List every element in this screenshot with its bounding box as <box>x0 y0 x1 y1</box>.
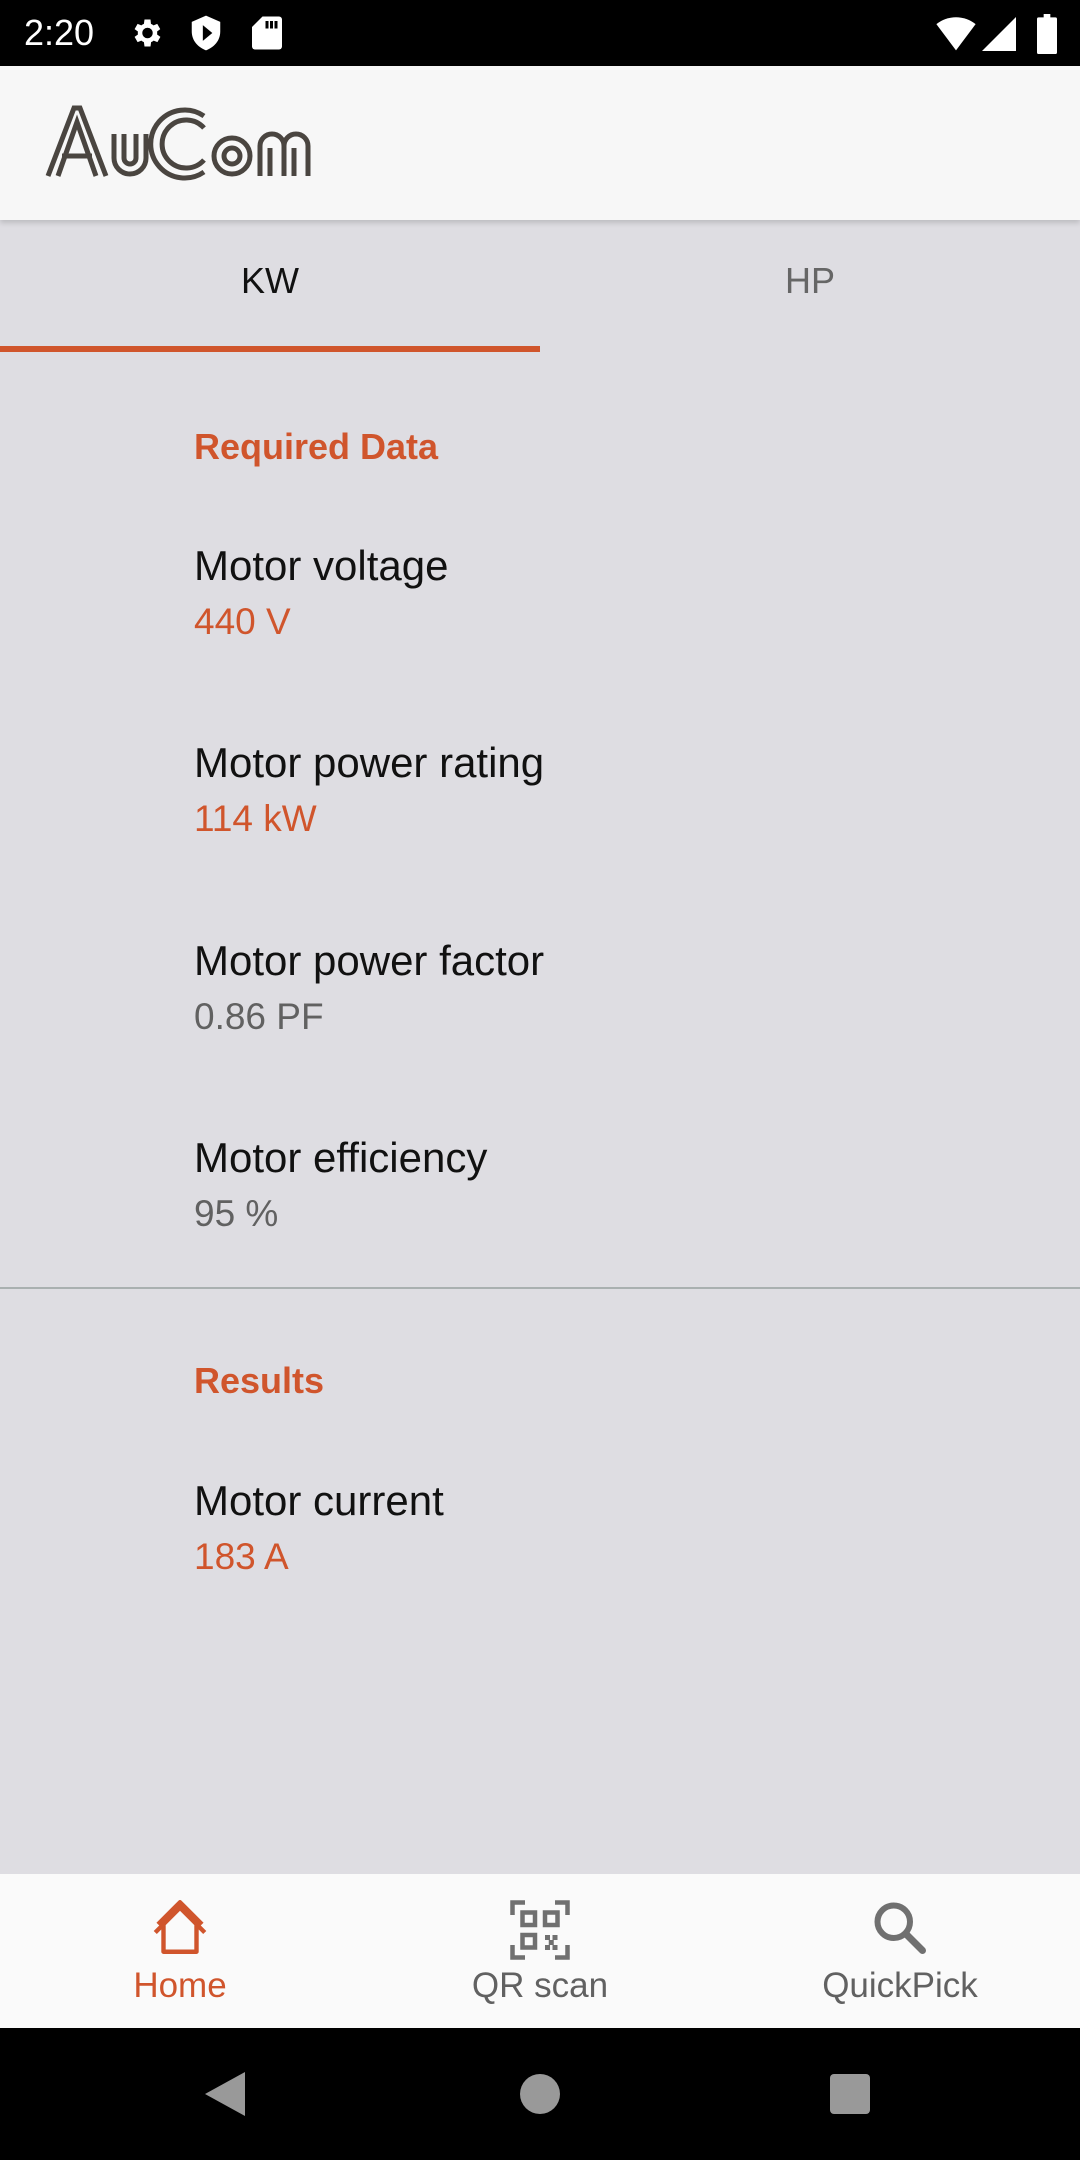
nav-quickpick-label: QuickPick <box>822 1966 978 2005</box>
nav-quickpick[interactable]: QuickPick <box>720 1874 1080 2028</box>
tab-hp-label: HP <box>784 260 835 301</box>
field-value: 440 V <box>194 601 291 642</box>
app-bar <box>0 66 1080 220</box>
bottom-navigation: Home QR scan QuickPick <box>0 1874 1080 2028</box>
home-icon <box>153 1900 207 1954</box>
result-value: 183 A <box>194 1536 289 1577</box>
status-bar: 2:20 <box>0 0 1080 66</box>
results-heading: Results <box>194 1360 325 1401</box>
aucom-logo <box>45 105 311 181</box>
field-value: 95 % <box>194 1193 279 1234</box>
battery-icon <box>1037 14 1057 54</box>
tab-kw-label: KW <box>241 260 299 301</box>
motor-power-factor-field[interactable]: Motor power factor 0.86 PF <box>194 935 544 1043</box>
motor-efficiency-field[interactable]: Motor efficiency 95 % <box>194 1132 487 1240</box>
result-label: Motor current <box>194 1477 444 1524</box>
field-label: Motor power factor <box>194 937 545 984</box>
field-label: Motor power rating <box>194 739 545 786</box>
qr-code-icon <box>510 1900 570 1960</box>
wifi-icon <box>936 17 976 51</box>
unit-tabs: KW HP <box>0 220 1080 352</box>
motor-current-result: Motor current 183 A <box>194 1475 444 1583</box>
home-button[interactable] <box>520 2074 560 2114</box>
shield-play-icon <box>191 15 221 51</box>
system-navigation-bar <box>0 2028 1080 2160</box>
field-value: 114 kW <box>194 798 317 839</box>
recents-button[interactable] <box>830 2074 870 2114</box>
status-time: 2:20 <box>24 12 95 53</box>
motor-voltage-field[interactable]: Motor voltage 440 V <box>194 540 448 648</box>
back-button[interactable] <box>205 2072 245 2116</box>
tab-kw[interactable]: KW <box>0 220 540 352</box>
active-tab-indicator <box>0 346 540 352</box>
nav-qr-scan[interactable]: QR scan <box>360 1874 720 2028</box>
field-value: 0.86 PF <box>194 996 324 1037</box>
nav-home[interactable]: Home <box>0 1874 360 2028</box>
motor-power-rating-field[interactable]: Motor power rating 114 kW <box>194 737 544 845</box>
tab-hp[interactable]: HP <box>540 220 1080 352</box>
section-divider <box>0 1287 1080 1289</box>
nav-qr-scan-label: QR scan <box>471 1966 609 2005</box>
search-icon <box>874 1902 926 1954</box>
signal-icon <box>982 17 1016 51</box>
nav-home-label: Home <box>133 1966 227 2005</box>
field-label: Motor voltage <box>194 542 449 589</box>
sd-card-icon <box>252 16 282 50</box>
required-data-heading: Required Data <box>194 426 439 467</box>
gear-icon <box>134 19 161 47</box>
field-label: Motor efficiency <box>194 1134 488 1181</box>
